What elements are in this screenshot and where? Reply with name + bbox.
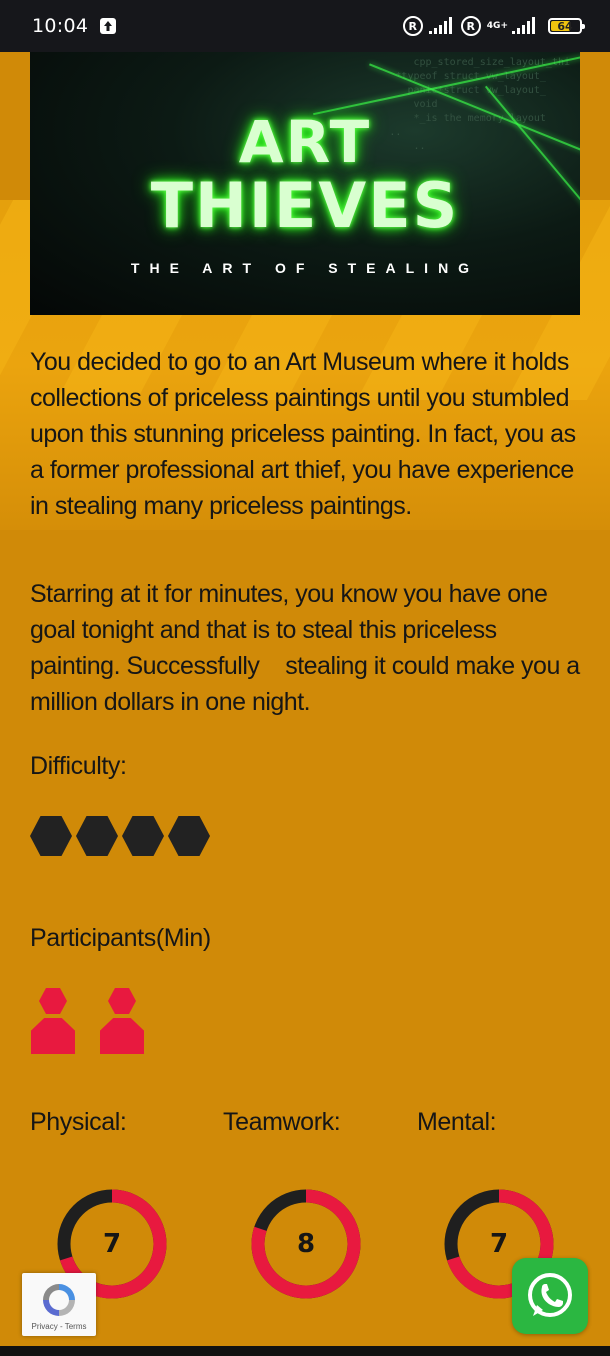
banner-title-line1: ART	[238, 108, 372, 176]
difficulty-rating	[30, 816, 210, 856]
recaptcha-badge[interactable]: Privacy - Terms	[22, 1273, 96, 1336]
difficulty-hex-icon	[122, 816, 164, 856]
whatsapp-icon	[528, 1273, 572, 1317]
mental-label: Mental:	[417, 1108, 497, 1136]
status-bar: 10:04 R R 4G+ 64	[0, 0, 610, 52]
difficulty-hex-icon	[76, 816, 118, 856]
signal-icon	[512, 17, 535, 34]
registered-icon: R	[460, 16, 481, 36]
upload-icon	[100, 18, 117, 34]
teamwork-gauge: 8	[248, 1186, 364, 1302]
status-time: 10:04	[32, 15, 89, 37]
navigation-bar	[0, 1346, 610, 1356]
battery-icon: 64	[548, 18, 585, 34]
description-paragraph: You decided to go to an Art Museum where…	[30, 348, 576, 520]
signal-icon	[428, 17, 452, 34]
whatsapp-button[interactable]	[512, 1258, 588, 1334]
registered-icon: R	[402, 16, 423, 36]
teamwork-label: Teamwork:	[223, 1108, 341, 1136]
description-paragraph: Starring at it for minutes, you know you…	[30, 580, 587, 716]
network-label: 4G+	[486, 20, 508, 31]
difficulty-hex-icon	[168, 816, 210, 856]
difficulty-hex-icon	[30, 816, 72, 856]
banner-title-line2: THIEVES	[150, 169, 460, 242]
recaptcha-terms[interactable]: Privacy - Terms	[22, 1322, 96, 1331]
difficulty-label: Difficulty:	[30, 752, 127, 780]
participants-label: Participants(Min)	[30, 924, 211, 952]
battery-text: 64	[557, 19, 573, 33]
teamwork-value: 8	[296, 1229, 316, 1259]
recaptcha-icon	[43, 1284, 75, 1316]
person-icon	[31, 988, 75, 1054]
game-banner: cpp_stored_size_layout_thi *typeof struc…	[30, 52, 580, 315]
banner-subtitle: THE ART OF STEALING	[130, 260, 480, 276]
person-icon	[100, 988, 144, 1054]
physical-label: Physical:	[30, 1108, 127, 1136]
